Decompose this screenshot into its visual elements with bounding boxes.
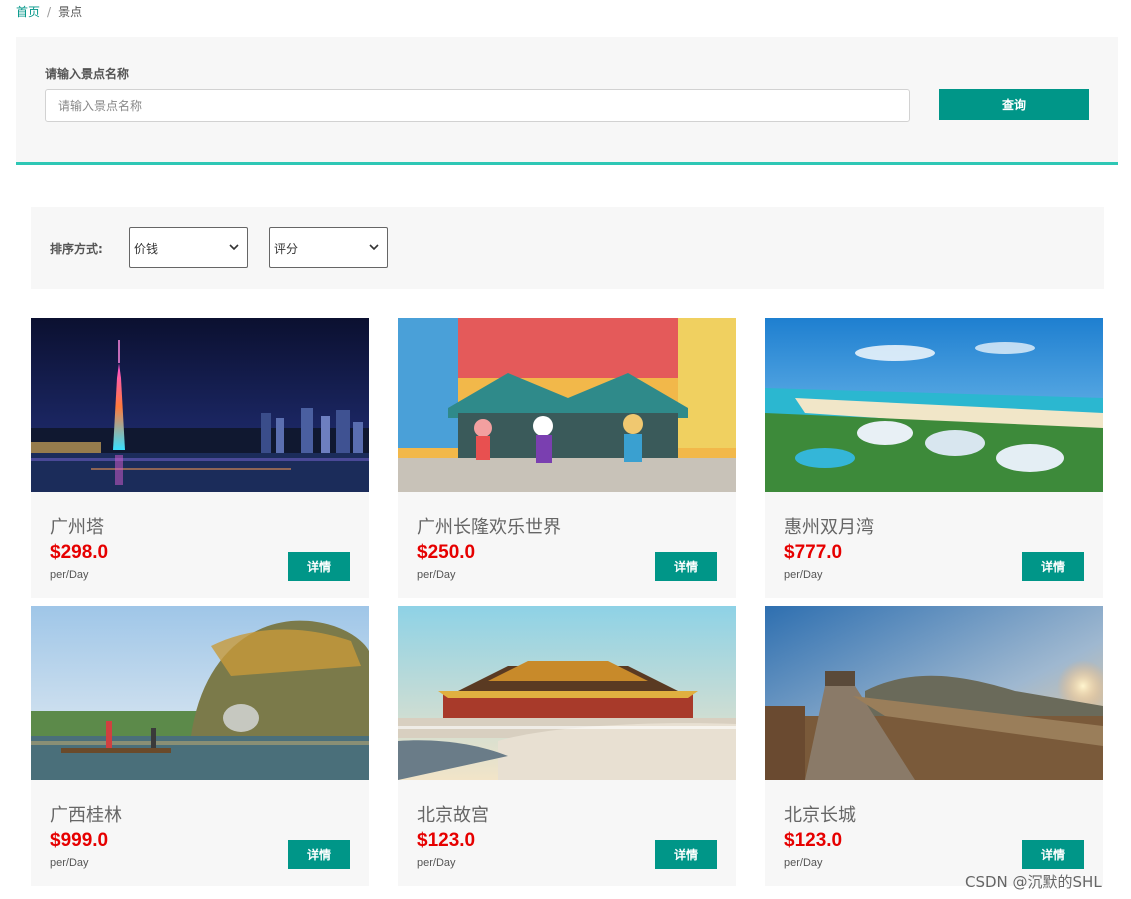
chevron-down-icon: [369, 244, 379, 251]
attraction-card: 广州塔 $298.0 per/Day 详情: [31, 318, 369, 598]
attraction-name: 惠州双月湾: [784, 517, 874, 538]
shuangyue-bay-photo: [765, 318, 1103, 492]
sort-panel: 排序方式: 价钱 评分: [31, 207, 1104, 289]
guilin-photo: [31, 606, 369, 780]
rating-sort-select[interactable]: 评分: [269, 227, 388, 268]
chevron-down-icon: [229, 244, 239, 251]
query-button[interactable]: 查询: [939, 89, 1089, 120]
chimelong-park-photo: [398, 318, 736, 492]
canton-tower-photo: [31, 318, 369, 492]
attraction-name: 北京长城: [784, 805, 856, 826]
great-wall-photo: [765, 606, 1103, 780]
sort-label: 排序方式:: [50, 242, 103, 256]
attraction-name: 广州塔: [50, 517, 104, 538]
search-label: 请输入景点名称: [45, 67, 130, 81]
attraction-card: 广西桂林 $999.0 per/Day 详情: [31, 606, 369, 886]
price-unit: per/Day: [417, 857, 456, 869]
detail-button[interactable]: 详情: [288, 552, 350, 581]
attraction-price: $123.0: [417, 830, 476, 851]
detail-button[interactable]: 详情: [1022, 552, 1084, 581]
price-unit: per/Day: [50, 569, 89, 581]
attraction-card: 北京故宫 $123.0 per/Day 详情: [398, 606, 736, 886]
breadcrumb: 首页 / 景点: [16, 4, 82, 20]
attraction-price: $123.0: [784, 830, 843, 851]
price-unit: per/Day: [784, 857, 823, 869]
attraction-name: 北京故宫: [417, 805, 489, 826]
breadcrumb-home-link[interactable]: 首页: [16, 5, 40, 19]
search-panel: 请输入景点名称 查询: [16, 37, 1118, 165]
attraction-name: 广西桂林: [50, 805, 122, 826]
detail-button[interactable]: 详情: [655, 552, 717, 581]
detail-button[interactable]: 详情: [655, 840, 717, 869]
attraction-price: $999.0: [50, 830, 109, 851]
detail-button[interactable]: 详情: [288, 840, 350, 869]
attraction-card: 广州长隆欢乐世界 $250.0 per/Day 详情: [398, 318, 736, 598]
watermark: CSDN @沉默的SHL: [965, 873, 1102, 891]
detail-button[interactable]: 详情: [1022, 840, 1084, 869]
attraction-card: 惠州双月湾 $777.0 per/Day 详情: [765, 318, 1103, 598]
price-unit: per/Day: [50, 857, 89, 869]
price-unit: per/Day: [784, 569, 823, 581]
price-unit: per/Day: [417, 569, 456, 581]
forbidden-city-photo: [398, 606, 736, 780]
price-sort-select[interactable]: 价钱: [129, 227, 248, 268]
attraction-price: $777.0: [784, 542, 843, 563]
attraction-price: $298.0: [50, 542, 109, 563]
breadcrumb-current: 景点: [58, 5, 83, 19]
price-sort-value: 价钱: [134, 242, 159, 256]
breadcrumb-separator: /: [47, 5, 52, 19]
attraction-name: 广州长隆欢乐世界: [417, 517, 561, 538]
attraction-card: 北京长城 $123.0 per/Day 详情: [765, 606, 1103, 886]
attraction-price: $250.0: [417, 542, 476, 563]
rating-sort-value: 评分: [274, 242, 299, 256]
search-input[interactable]: [45, 89, 910, 122]
